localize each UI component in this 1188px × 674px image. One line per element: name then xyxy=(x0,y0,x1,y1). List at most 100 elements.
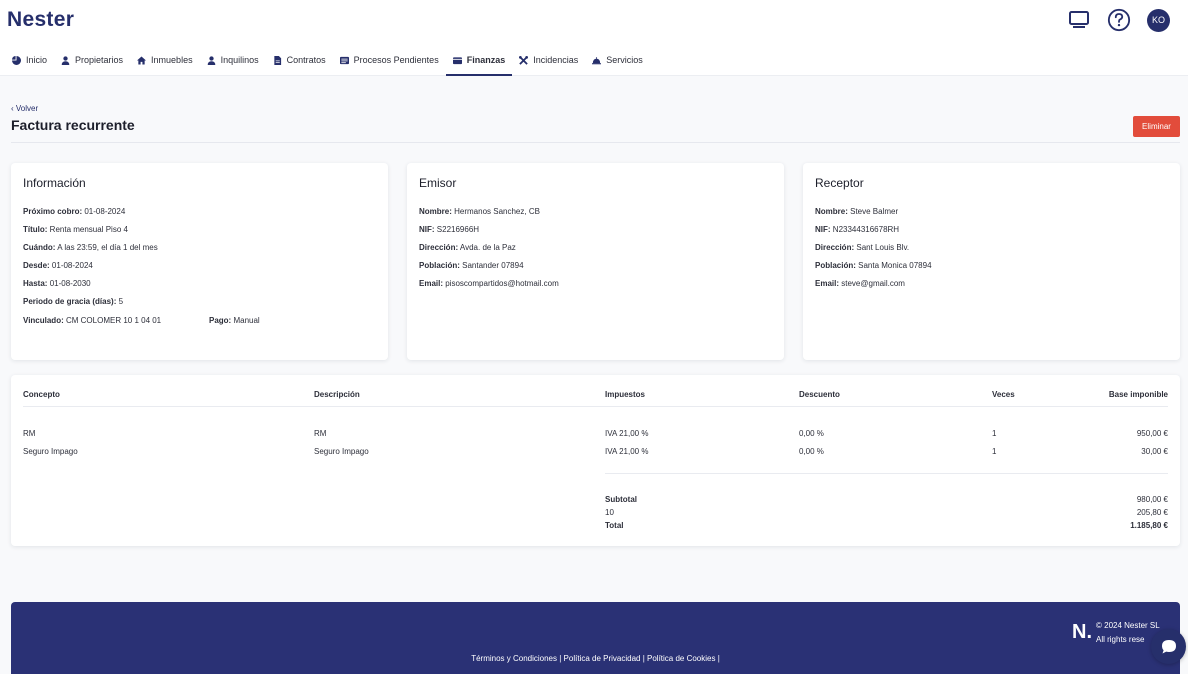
cell-base-imponible: 30,00 € xyxy=(1141,447,1168,456)
receptor-field-nombre: Nombre: Steve Balmer xyxy=(815,207,898,216)
column-header-descripcion: Descripción xyxy=(314,390,360,399)
field-label: Población: xyxy=(815,261,856,270)
nav-label: Incidencias xyxy=(533,55,579,65)
tools-icon xyxy=(519,55,529,65)
field-value: Steve Balmer xyxy=(850,207,899,216)
footer-copyright: © 2024 Nester SL All rights rese xyxy=(1096,619,1160,647)
top-actions: KO xyxy=(1067,8,1170,32)
footer: N. © 2024 Nester SL All rights rese Térm… xyxy=(11,602,1180,674)
cell-concepto: Seguro Impago xyxy=(23,447,78,456)
nav-item-inmuebles[interactable]: Inmuebles xyxy=(130,48,200,72)
field-label: Nombre: xyxy=(815,207,848,216)
nav-label: Inquilinos xyxy=(220,55,259,65)
field-value: 01-08-2024 xyxy=(84,207,126,216)
cell-descripcion: RM xyxy=(314,429,327,438)
info-field-titulo: Título: Renta mensual Piso 4 xyxy=(23,225,128,234)
avatar[interactable]: KO xyxy=(1147,8,1170,32)
cell-impuestos: IVA 21,00 % xyxy=(605,429,649,438)
field-value: N23344316678RH xyxy=(832,225,900,234)
field-value: Hermanos Sanchez, CB xyxy=(454,207,540,216)
nav-label: Procesos Pendientes xyxy=(353,55,439,65)
emisor-field-poblacion: Población: Santander 07894 xyxy=(419,261,524,270)
cell-impuestos: IVA 21,00 % xyxy=(605,447,649,456)
nav-label: Inicio xyxy=(26,55,48,65)
totals-label: Subtotal xyxy=(605,495,637,504)
field-value: Manual xyxy=(233,316,260,325)
cell-base-imponible: 950,00 € xyxy=(1136,429,1168,438)
nav-item-procesos-pendientes[interactable]: Procesos Pendientes xyxy=(333,48,446,72)
field-label: Email: xyxy=(815,279,840,288)
terms-link[interactable]: Términos y Condiciones xyxy=(471,654,557,663)
wallet-icon xyxy=(452,56,462,64)
field-label: Cuándo: xyxy=(23,243,56,252)
column-header-concepto: Concepto xyxy=(23,390,60,399)
nav-item-finanzas[interactable]: Finanzas xyxy=(445,48,513,76)
nav-label: Contratos xyxy=(286,55,326,65)
card-title: Receptor xyxy=(815,176,864,190)
field-value: Renta mensual Piso 4 xyxy=(49,225,128,234)
nav-label: Servicios xyxy=(606,55,643,65)
column-header-descuento: Descuento xyxy=(799,390,840,399)
field-label: Periodo de gracia (días): xyxy=(23,297,117,306)
field-value: Santander 07894 xyxy=(462,261,524,270)
field-value: 01-08-2030 xyxy=(49,279,91,288)
field-value: Sant Louis Blv. xyxy=(856,243,910,252)
nav-item-inquilinos[interactable]: Inquilinos xyxy=(200,48,266,72)
cell-descuento: 0,00 % xyxy=(799,447,824,456)
field-label: Próximo cobro: xyxy=(23,207,83,216)
nav-item-inicio[interactable]: Inicio xyxy=(5,48,54,72)
receptor-card: Receptor Nombre: Steve Balmer NIF: N2334… xyxy=(803,163,1180,360)
nav-item-propietarios[interactable]: Propietarios xyxy=(54,48,130,72)
field-label: Nombre: xyxy=(419,207,452,216)
field-label: Población: xyxy=(419,261,460,270)
field-label: Vinculado: xyxy=(23,316,64,325)
nav-item-servicios[interactable]: Servicios xyxy=(585,48,650,72)
nav-item-incidencias[interactable]: Incidencias xyxy=(512,48,585,72)
totals-label: 10 xyxy=(605,508,614,517)
card-title: Emisor xyxy=(419,176,457,190)
nav-label: Propietarios xyxy=(75,55,124,65)
help-icon[interactable] xyxy=(1107,8,1131,32)
app-logo[interactable]: Nester xyxy=(7,8,74,32)
page-title: Factura recurrente xyxy=(11,117,135,133)
cell-veces: 1 xyxy=(992,447,997,456)
cell-concepto: RM xyxy=(23,429,36,438)
copyright-text: © 2024 Nester SL xyxy=(1096,621,1160,630)
pie-chart-icon xyxy=(12,55,21,65)
cookies-link[interactable]: Política de Cookies xyxy=(647,654,715,663)
totals-value: 1.185,80 € xyxy=(1130,521,1168,530)
receptor-field-email: Email: steve@gmail.com xyxy=(815,279,905,288)
monitor-icon[interactable] xyxy=(1067,8,1091,32)
field-value: S2216966H xyxy=(436,225,480,234)
list-icon xyxy=(339,56,349,64)
service-bell-icon xyxy=(592,56,602,64)
receptor-field-nif: NIF: N23344316678RH xyxy=(815,225,899,234)
chat-button[interactable] xyxy=(1151,629,1186,664)
nav-item-contratos[interactable]: Contratos xyxy=(266,48,333,72)
user-icon xyxy=(61,55,70,65)
header-divider xyxy=(23,406,1168,407)
receptor-field-direccion: Dirección: Sant Louis Blv. xyxy=(815,243,909,252)
emisor-card: Emisor Nombre: Hermanos Sanchez, CB NIF:… xyxy=(407,163,784,360)
top-bar: Nester KO Inicio Propietarios Inmuebles … xyxy=(0,0,1188,76)
user-icon xyxy=(207,55,215,65)
field-label: Dirección: xyxy=(815,243,855,252)
delete-button[interactable]: Eliminar xyxy=(1133,116,1180,137)
field-label: Título: xyxy=(23,225,48,234)
invoice-lines-card: Concepto Descripción Impuestos Descuento… xyxy=(11,375,1180,546)
field-label: Desde: xyxy=(23,261,50,270)
field-value: steve@gmail.com xyxy=(841,279,905,288)
field-value[interactable]: CM COLOMER 10 1 04 01 xyxy=(66,316,161,325)
info-field-periodo-gracia: Periodo de gracia (días): 5 xyxy=(23,297,123,306)
emisor-field-nif: NIF: S2216966H xyxy=(419,225,479,234)
card-title: Información xyxy=(23,176,86,190)
info-field-hasta: Hasta: 01-08-2030 xyxy=(23,279,91,288)
footer-links: Términos y Condiciones | Política de Pri… xyxy=(471,654,720,663)
back-link[interactable]: ‹ Volver xyxy=(11,104,38,113)
back-label: Volver xyxy=(15,104,39,113)
privacy-link[interactable]: Política de Privacidad xyxy=(564,654,641,663)
nav-label: Inmuebles xyxy=(151,55,193,65)
info-field-cuando: Cuándo: A las 23:59, el día 1 del mes xyxy=(23,243,158,252)
field-label: NIF: xyxy=(419,225,435,234)
field-label: Dirección: xyxy=(419,243,459,252)
